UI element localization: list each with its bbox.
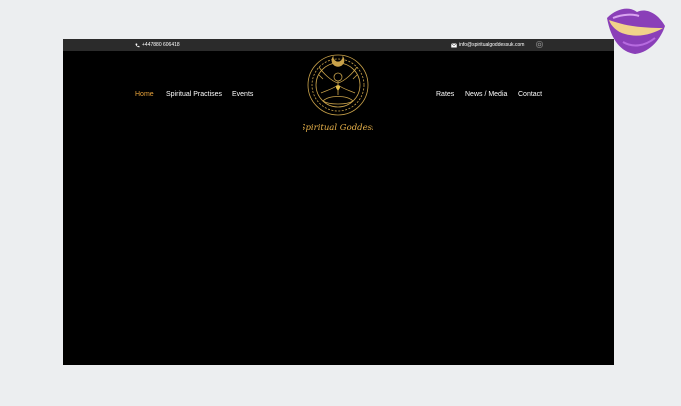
nav-home[interactable]: Home — [135, 91, 154, 98]
top-contact-bar: +447880 606418 info@spiritualgoddessuk.c… — [63, 39, 614, 51]
nav-contact[interactable]: Contact — [518, 91, 542, 98]
logo-text: Spiritual Goddess — [303, 123, 373, 133]
phone-number: +447880 606418 — [142, 42, 180, 48]
nav-news-media[interactable]: News / Media — [465, 91, 507, 98]
phone-link[interactable]: +447880 606418 — [135, 42, 180, 48]
nav-spiritual-practises[interactable]: Spiritual Practises — [166, 91, 222, 98]
instagram-icon[interactable] — [536, 41, 543, 48]
nav-events[interactable]: Events — [232, 91, 253, 98]
envelope-icon — [451, 42, 457, 47]
email-address: info@spiritualgoddessuk.com — [459, 42, 525, 48]
website-frame: +447880 606418 info@spiritualgoddessuk.c… — [63, 39, 614, 365]
spiritual-goddess-logo[interactable]: Spiritual Goddess — [303, 51, 373, 137]
phone-icon — [135, 43, 140, 47]
nav-rates[interactable]: Rates — [436, 91, 454, 98]
email-link[interactable]: info@spiritualgoddessuk.com — [451, 42, 524, 48]
